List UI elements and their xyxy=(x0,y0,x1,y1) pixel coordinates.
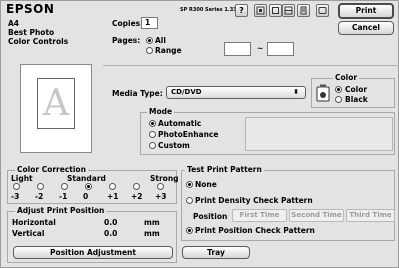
position-label: Position xyxy=(193,212,228,221)
vertical-value: 0.0 xyxy=(104,229,118,238)
third-time-button[interactable]: Third Time xyxy=(346,209,395,222)
paper-size-summary: A4 xyxy=(8,19,20,28)
cc-level-label: -1 xyxy=(59,192,68,201)
media-type-label: Media Type: xyxy=(112,89,163,98)
color-option-label: Color xyxy=(345,85,368,94)
first-time-button[interactable]: First Time xyxy=(232,209,287,222)
tray-button[interactable]: Tray xyxy=(182,246,250,259)
print-dialog: EPSON SP R300 Series 1.33A ? Print Cance… xyxy=(0,0,399,268)
position-adjustment-button[interactable]: Position Adjustment xyxy=(13,246,173,259)
pattern-density-label: Print Density Check Pattern xyxy=(195,196,313,205)
mode-title: Mode xyxy=(147,107,175,116)
range-dash: ~ xyxy=(257,44,264,53)
cc-level-label: +1 xyxy=(107,192,119,201)
black-radio[interactable] xyxy=(335,96,342,103)
color-mode-summary: Color Controls xyxy=(8,37,69,46)
ink-icon[interactable] xyxy=(269,4,282,17)
pattern-position-label: Print Position Check Pattern xyxy=(195,226,315,235)
adjust-position-title: Adjust Print Position xyxy=(15,206,107,215)
cc-standard-label: Standard xyxy=(67,174,106,183)
cc-level-label: 0 xyxy=(83,192,89,201)
pages-all-label: All xyxy=(155,36,166,45)
copies-field[interactable]: 1 xyxy=(141,17,158,29)
print-button[interactable]: Print xyxy=(338,3,394,19)
mode-photoenhance-label: PhotoEnhance xyxy=(158,130,219,139)
preview-icon[interactable] xyxy=(297,4,310,17)
pattern-position-radio[interactable] xyxy=(186,227,193,234)
mode-automatic-radio[interactable] xyxy=(149,120,156,127)
cc-level-radio[interactable] xyxy=(61,183,68,190)
black-option-label: Black xyxy=(345,95,368,104)
range-to-field[interactable] xyxy=(267,42,294,56)
popup-arrows-icon: ⬍ xyxy=(293,88,299,96)
sheet-icon[interactable] xyxy=(316,4,329,17)
vertical-label: Vertical xyxy=(12,229,45,238)
divider xyxy=(103,65,399,66)
test-pattern-title: Test Print Pattern xyxy=(185,165,264,174)
mode-settings-panel xyxy=(245,117,393,151)
layout-icon[interactable] xyxy=(282,4,295,17)
range-from-field[interactable] xyxy=(224,42,251,56)
cc-level-radio[interactable] xyxy=(85,183,92,190)
help-icon[interactable]: ? xyxy=(235,4,248,17)
ink-cartridge-icon xyxy=(316,84,330,102)
color-correction-title: Color Correction xyxy=(15,165,88,174)
cc-level-radio[interactable] xyxy=(157,183,164,190)
pages-range-label: Range xyxy=(155,46,182,55)
color-radio[interactable] xyxy=(335,86,342,93)
cc-level-label: -2 xyxy=(35,192,44,201)
mode-automatic-label: Automatic xyxy=(158,119,202,128)
vertical-unit: mm xyxy=(144,229,160,238)
mode-custom-radio[interactable] xyxy=(149,142,156,149)
cc-level-radio[interactable] xyxy=(133,183,140,190)
pages-label: Pages: xyxy=(112,36,141,45)
horizontal-label: Horizontal xyxy=(12,218,56,227)
cc-level-radio[interactable] xyxy=(109,183,116,190)
cc-level-radio[interactable] xyxy=(37,183,44,190)
pages-all-radio[interactable] xyxy=(146,37,153,44)
horizontal-value: 0.0 xyxy=(104,218,118,227)
color-group-title: Color xyxy=(333,73,360,82)
cc-level-label: +2 xyxy=(131,192,143,201)
cc-light-label: Light xyxy=(11,174,33,183)
cc-level-label: -3 xyxy=(11,192,20,201)
cc-level-label: +3 xyxy=(155,192,167,201)
pages-range-radio[interactable] xyxy=(146,47,153,54)
preview-page-icon: A xyxy=(37,78,75,129)
media-type-value: CD/DVD xyxy=(171,88,202,96)
utility-icon[interactable] xyxy=(254,4,267,17)
media-type-popup[interactable]: CD/DVD ⬍ xyxy=(166,86,306,99)
quality-summary: Best Photo xyxy=(8,28,55,37)
cancel-button[interactable]: Cancel xyxy=(338,21,394,35)
pattern-none-radio[interactable] xyxy=(186,181,193,188)
horizontal-unit: mm xyxy=(144,218,160,227)
second-time-button[interactable]: Second Time xyxy=(289,209,344,222)
pattern-density-radio[interactable] xyxy=(186,197,193,204)
printer-name: SP R300 Series 1.33A xyxy=(180,7,241,13)
brand-logo: EPSON xyxy=(6,2,55,16)
copies-label: Copies: xyxy=(112,19,144,28)
mode-custom-label: Custom xyxy=(158,141,190,150)
cc-strong-label: Strong xyxy=(150,174,179,183)
mode-photoenhance-radio[interactable] xyxy=(149,131,156,138)
cc-level-radio[interactable] xyxy=(13,183,20,190)
page-preview: A xyxy=(20,64,92,153)
pattern-none-label: None xyxy=(195,180,217,189)
